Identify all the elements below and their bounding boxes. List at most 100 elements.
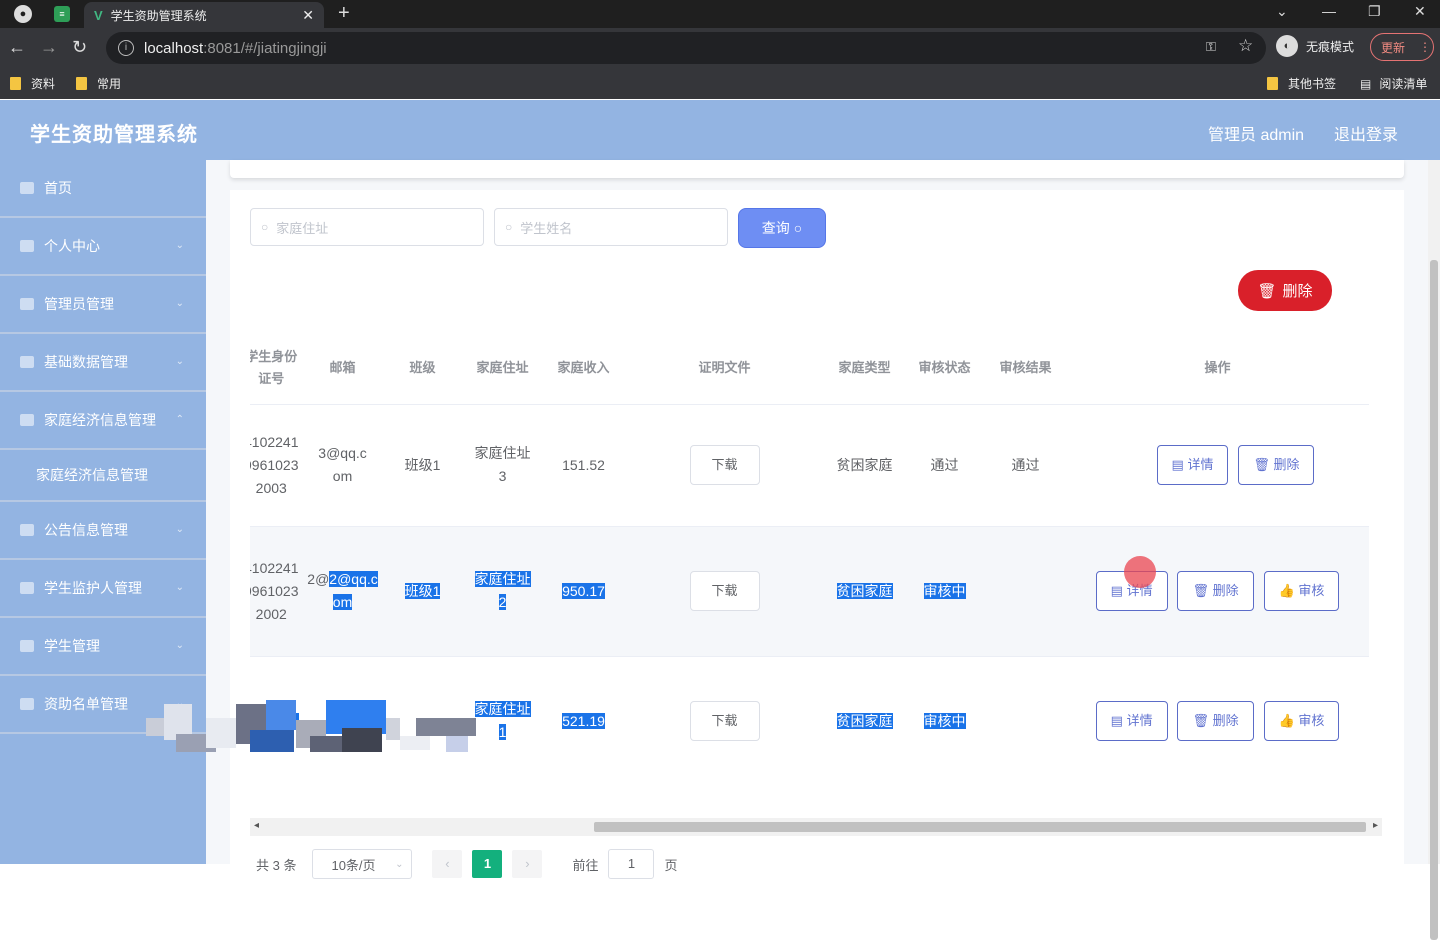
sidebar-item-students[interactable]: 学生管理 ⌄ [0, 618, 206, 676]
sidebar-item-label: 个人中心 [44, 238, 100, 254]
chevron-up-icon: ⌃ [175, 414, 184, 425]
delete-button[interactable]: 🗑 删除 [1177, 571, 1254, 611]
user-icon [20, 414, 34, 426]
sidebar-item-home[interactable]: 首页 [0, 160, 206, 218]
sidebar-item-notice[interactable]: 公告信息管理 ⌄ [0, 502, 206, 560]
sidebar-item-basedata[interactable]: 基础数据管理 ⌄ [0, 334, 206, 392]
cell-type: 贫困家庭 [824, 525, 905, 656]
back-icon[interactable]: ← [8, 37, 26, 58]
tab-close-icon[interactable]: ✕ [302, 7, 314, 24]
star-icon[interactable]: ☆ [1238, 36, 1253, 56]
cell-class: 班级1 [382, 403, 463, 526]
sidebar-item-label: 家庭经济信息管理 [36, 467, 148, 483]
key-icon[interactable]: ⚿ [1206, 39, 1216, 55]
cell-file: 下载 [624, 525, 825, 656]
download-button[interactable]: 下载 [689, 701, 760, 742]
other-bookmarks[interactable]: 其他书签 [1267, 75, 1336, 92]
scrollbar-thumb[interactable] [1430, 260, 1438, 940]
app-favicon-icon[interactable]: ≡ [54, 6, 70, 22]
review-button[interactable]: 👍 审核 [1263, 571, 1340, 611]
detail-button[interactable]: ▤ 详情 [1095, 701, 1168, 742]
admin-label: 管理员 admin [1208, 127, 1305, 144]
restore-icon[interactable]: ❐ [1368, 3, 1381, 20]
forward-icon[interactable]: → [40, 37, 58, 58]
site-info-icon[interactable]: i [118, 40, 134, 56]
reading-list[interactable]: ▤ 阅读清单 [1360, 75, 1427, 92]
detail-button[interactable]: ▤ 详情 [1156, 445, 1229, 485]
home-icon [20, 182, 34, 194]
next-page-button[interactable]: › [512, 850, 543, 878]
update-button[interactable]: 更新 ⋮ [1370, 33, 1434, 61]
trash-icon: 🗑 [1192, 583, 1213, 598]
query-label: 查询 [761, 220, 790, 236]
query-button[interactable]: 查询 ○ [738, 208, 826, 248]
page-size-select[interactable]: 10条/页 ⌄ [312, 849, 413, 879]
page-unit-label: 页 [664, 857, 678, 873]
cell-email: 2@2@qq.c om [302, 525, 383, 656]
bookmark-folder[interactable]: 常用 [76, 75, 121, 92]
sidebar-item-label: 管理员管理 [44, 296, 114, 312]
cell-type: 贫困家庭 [824, 655, 905, 786]
close-window-icon[interactable]: ✕ [1414, 3, 1426, 20]
cell-type: 贫困家庭 [824, 403, 905, 526]
cell-status: 审核中 [904, 525, 985, 656]
folder-icon [10, 77, 21, 90]
incognito-indicator[interactable]: ◐ 无痕模式 [1276, 35, 1354, 57]
col-header-email: 邮箱 [329, 359, 356, 375]
admin-icon [20, 298, 34, 310]
bookmark-label: 常用 [97, 77, 122, 91]
scroll-left-icon[interactable]: ◂ [254, 820, 259, 831]
vertical-scrollbar[interactable] [1428, 160, 1440, 940]
table-row: 410224199610232002 2@2@qq.com 班级1 家庭住址2 … [250, 525, 1369, 656]
cell-result [984, 655, 1067, 786]
sidebar-item-guardian[interactable]: 学生监护人管理 ⌄ [0, 560, 206, 618]
delete-button[interactable]: 🗑 删除 [1238, 445, 1315, 485]
delete-button[interactable]: 🗑 删除 [1177, 701, 1254, 742]
sidebar-item-family-economy[interactable]: 家庭经济信息管理 ⌃ [0, 392, 206, 450]
scrollbar-thumb[interactable] [594, 822, 1366, 832]
new-tab-icon[interactable]: + [338, 2, 350, 25]
sidebar-item-aid-list[interactable]: 资助名单管理 ⌄ [0, 676, 206, 734]
vue-logo-icon: V [94, 7, 103, 23]
thumb-icon: 👍 [1278, 583, 1299, 598]
url-field[interactable]: i localhost:8081/#/jiatingjingji [106, 32, 1266, 64]
col-header-income: 家庭收入 [557, 359, 610, 375]
prev-page-button[interactable]: ‹ [432, 850, 463, 878]
col-header-status: 审核状态 [918, 359, 971, 375]
delete-label: 删除 [1282, 283, 1313, 300]
minimize-icon[interactable]: — [1322, 3, 1336, 19]
name-search-input[interactable]: ○ 学生姓名 [494, 208, 728, 246]
folder-icon [76, 77, 87, 90]
cell-idcard: 4102241 [250, 655, 303, 786]
data-table: 学生身份证号 邮箱 班级 家庭住址 家庭收入 证明文件 家庭类型 审核状态 审核… [250, 332, 1382, 812]
logout-link[interactable]: 退出登录 [1334, 121, 1398, 145]
browser-menu-icon[interactable]: ● [14, 5, 32, 23]
cell-file: 下载 [624, 403, 825, 526]
cell-income: 950.17 [542, 525, 625, 656]
click-indicator [1124, 556, 1156, 588]
bookmarks-bar: 资料 常用 其他书签 ▤ 阅读清单 [0, 68, 1440, 99]
reload-icon[interactable]: ↻ [72, 37, 87, 58]
cell-result [984, 525, 1067, 656]
bookmark-folder[interactable]: 资料 [10, 75, 55, 92]
incognito-icon: ◐ [1276, 35, 1298, 57]
horizontal-scrollbar[interactable]: ◂ ▸ [250, 818, 1382, 836]
scroll-right-icon[interactable]: ▸ [1373, 820, 1378, 831]
cell-address: 家庭住址 3 [462, 403, 543, 526]
page-size-value: 10条/页 [331, 857, 376, 873]
download-button[interactable]: 下载 [689, 445, 760, 485]
batch-delete-button[interactable]: 🗑 删除 [1238, 270, 1332, 311]
browser-tab[interactable]: V 学生资助管理系统 ✕ [84, 2, 324, 28]
goto-page-input[interactable]: 1 [608, 849, 655, 879]
sidebar-item-profile[interactable]: 个人中心 ⌄ [0, 218, 206, 276]
tab-search-icon[interactable]: ⌄ [1276, 3, 1288, 20]
address-search-input[interactable]: ○ 家庭住址 [250, 208, 484, 246]
browser-tab-bar: ● ≡ V 学生资助管理系统 ✕ + ⌄ — ❐ ✕ [0, 0, 1440, 28]
sidebar-subitem-family-economy[interactable]: 家庭经济信息管理 [0, 450, 206, 502]
download-button[interactable]: 下载 [689, 571, 760, 611]
page-number-current[interactable]: 1 [472, 850, 503, 878]
sidebar-item-label: 学生监护人管理 [44, 580, 142, 596]
review-button[interactable]: 👍 审核 [1263, 701, 1340, 742]
cell-email [302, 655, 383, 786]
sidebar-item-admins[interactable]: 管理员管理 ⌄ [0, 276, 206, 334]
